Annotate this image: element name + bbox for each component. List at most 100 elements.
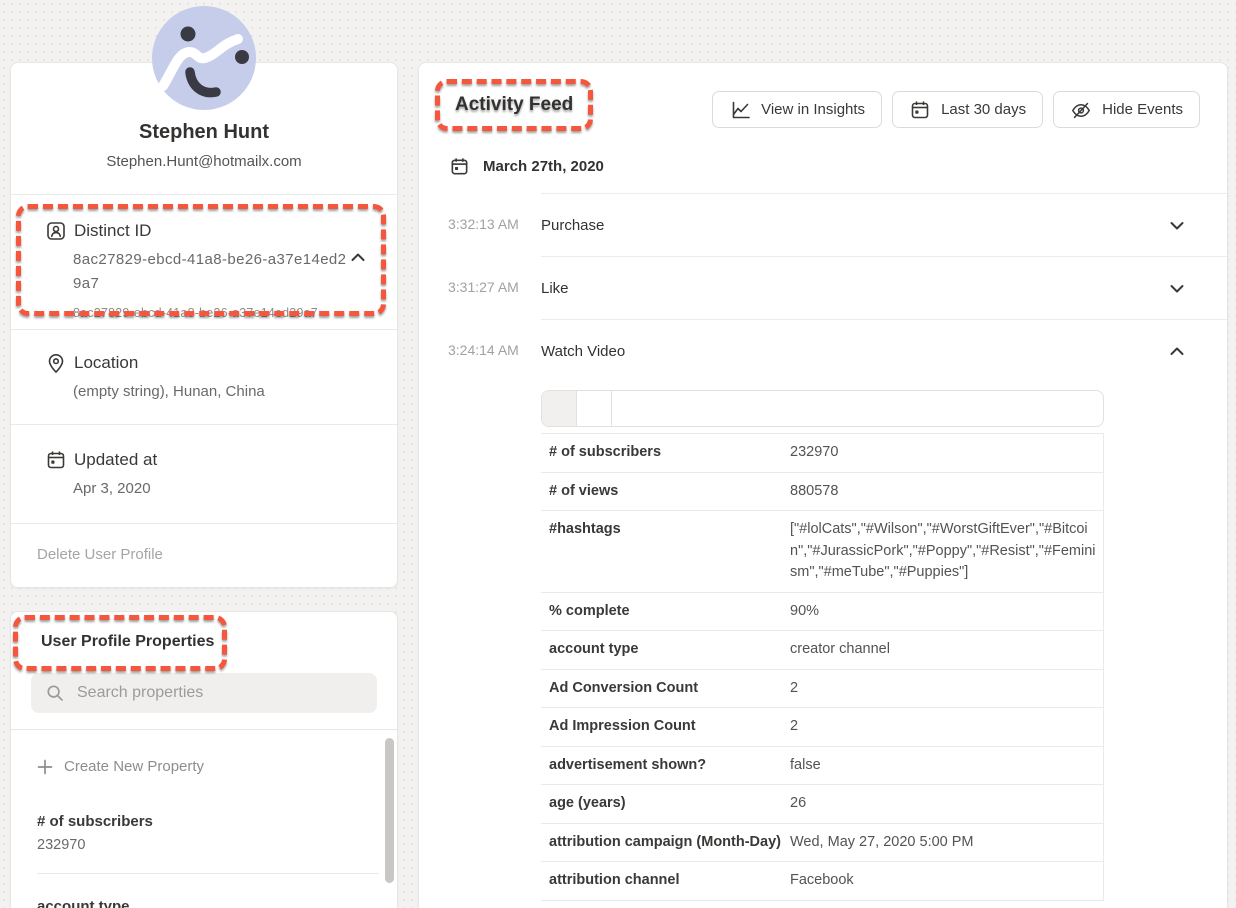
- activity-feed-card: Activity Feed View in Insights: [418, 62, 1228, 908]
- search-properties-input[interactable]: Search properties: [31, 673, 377, 713]
- events-list: 3:32:13 AM Purchase 3:31:27 AM Like 3:24…: [419, 193, 1227, 382]
- updated-at-section: Updated at Apr 3, 2020: [11, 425, 397, 524]
- property-value: Facebook: [790, 870, 1103, 892]
- property-row: Ad Conversion Count 2: [541, 670, 1103, 709]
- sidebar-property-item[interactable]: account type creator channel: [37, 874, 379, 908]
- property-value: 26: [790, 793, 1103, 815]
- chevron-down-icon[interactable]: [1170, 221, 1184, 230]
- last-30-days-button[interactable]: Last 30 days: [892, 91, 1043, 128]
- view-in-insights-label: View in Insights: [761, 101, 865, 118]
- event-properties-table: # of subscribers 232970 # of views 88057…: [541, 433, 1104, 901]
- user-profile-properties-title: User Profile Properties: [11, 612, 397, 651]
- property-label: # of views: [541, 481, 790, 503]
- chevron-up-icon[interactable]: [1170, 347, 1184, 356]
- property-label: account type: [541, 639, 790, 661]
- property-row: age (years) 26: [541, 785, 1103, 824]
- updated-at-value: Apr 3, 2020: [73, 477, 373, 501]
- sidebar-property-name: account type: [37, 898, 359, 908]
- property-label: advertisement shown?: [541, 755, 790, 777]
- property-value: 880578: [790, 481, 1103, 503]
- create-new-property-button[interactable]: Create New Property: [37, 730, 397, 789]
- distinct-id-section: Distinct ID 8ac27829-ebcd-41a8-be26-a37e…: [11, 195, 397, 330]
- event-name: Purchase: [541, 217, 604, 234]
- property-row: account type creator channel: [541, 631, 1103, 670]
- event-expand-target[interactable]: Like: [541, 256, 1227, 319]
- property-row: % complete 90%: [541, 593, 1103, 632]
- left-column: Stephen Hunt Stephen.Hunt@hotmailx.com D…: [10, 62, 398, 908]
- profile-email: Stephen.Hunt@hotmailx.com: [31, 153, 377, 170]
- property-value: 232970: [790, 442, 1103, 464]
- user-profile-properties-card: User Profile Properties Search propertie…: [10, 611, 398, 908]
- scrollbar-thumb[interactable]: [385, 738, 394, 883]
- location-section: Location (empty string), Hunan, China: [11, 330, 397, 425]
- event-properties-tabs: [541, 390, 1104, 427]
- property-value: 2: [790, 678, 1103, 700]
- date-header: March 27th, 2020: [449, 156, 1227, 177]
- event-row: 3:31:27 AM Like: [419, 256, 1227, 319]
- property-row: advertisement shown? false: [541, 747, 1103, 786]
- property-value: Wed, May 27, 2020 5:00 PM: [790, 832, 1103, 854]
- sidebar-property-name: # of subscribers: [37, 813, 359, 830]
- avatar: [152, 6, 256, 110]
- property-value: creator channel: [790, 639, 1103, 661]
- property-items: # of subscribers 232970 account type cre…: [37, 789, 397, 908]
- property-row: #hashtags ["#lolCats","#Wilson","#WorstG…: [541, 511, 1103, 593]
- property-row: attribution campaign (Month-Day) Wed, Ma…: [541, 824, 1103, 863]
- activity-feed-annotation: Activity Feed: [435, 79, 593, 131]
- event-time: 3:31:27 AM: [448, 256, 541, 319]
- property-label: % complete: [541, 601, 790, 623]
- user-profile-card: Stephen Hunt Stephen.Hunt@hotmailx.com D…: [10, 62, 398, 588]
- hide-events-label: Hide Events: [1102, 101, 1183, 118]
- eye-off-icon: [1070, 99, 1092, 121]
- event-expand-target[interactable]: Watch Video: [541, 319, 1227, 382]
- property-value: ["#lolCats","#Wilson","#WorstGiftEver","…: [790, 519, 1103, 584]
- property-label: attribution channel: [541, 870, 790, 892]
- hide-events-button[interactable]: Hide Events: [1053, 91, 1200, 128]
- distinct-id-value: 8ac27829-ebcd-41a8-be26-a37e14ed29a7: [73, 248, 355, 296]
- event-name: Like: [541, 280, 569, 297]
- distinct-id-subvalue: 8ac27829-ebcd-41a8-be26-a37e14ed29a7: [73, 306, 373, 320]
- distinct-id-label: Distinct ID: [74, 221, 151, 241]
- plus-icon: [37, 759, 53, 775]
- location-label: Location: [74, 353, 138, 373]
- location-value: (empty string), Hunan, China: [73, 380, 373, 404]
- create-new-property-label: Create New Property: [64, 758, 204, 775]
- event-row: 3:32:13 AM Purchase: [419, 193, 1227, 256]
- property-value: 90%: [790, 601, 1103, 623]
- location-pin-icon: [45, 352, 67, 374]
- event-properties-tab[interactable]: [542, 391, 577, 426]
- chevron-down-icon[interactable]: [1170, 284, 1184, 293]
- property-label: age (years): [541, 793, 790, 815]
- property-label: attribution campaign (Month-Day): [541, 832, 790, 854]
- property-value: false: [790, 755, 1103, 777]
- event-properties-tab[interactable]: [612, 391, 646, 426]
- property-label: Ad Conversion Count: [541, 678, 790, 700]
- sidebar-property-value: 232970: [37, 837, 359, 853]
- property-label: # of subscribers: [541, 442, 790, 464]
- event-properties-tab[interactable]: [577, 391, 612, 426]
- event-detail: # of subscribers 232970 # of views 88057…: [541, 390, 1104, 901]
- profile-name: Stephen Hunt: [31, 121, 377, 144]
- property-row: # of views 880578: [541, 473, 1103, 512]
- delete-user-profile-link[interactable]: Delete User Profile: [11, 524, 397, 587]
- feed-header: Activity Feed View in Insights: [419, 63, 1227, 131]
- calendar-icon: [449, 156, 470, 177]
- activity-feed-title: Activity Feed: [455, 94, 573, 115]
- event-row: 3:24:14 AM Watch Video: [419, 319, 1227, 382]
- date-header-label: March 27th, 2020: [483, 158, 604, 175]
- calendar-icon: [45, 449, 67, 471]
- updated-at-label: Updated at: [74, 450, 157, 470]
- properties-list: Create New Property # of subscribers 232…: [11, 729, 397, 908]
- event-time: 3:32:13 AM: [448, 193, 541, 256]
- view-in-insights-button[interactable]: View in Insights: [712, 91, 882, 128]
- event-expand-target[interactable]: Purchase: [541, 193, 1227, 256]
- delete-profile-section: Delete User Profile: [11, 524, 397, 587]
- user-badge-icon: [45, 220, 67, 242]
- sidebar-property-item[interactable]: # of subscribers 232970: [37, 789, 379, 874]
- collapse-chevron-up-icon[interactable]: [351, 253, 365, 262]
- feed-buttons: View in Insights Last 30 days: [712, 91, 1200, 128]
- calendar-icon: [909, 99, 931, 121]
- event-time: 3:24:14 AM: [448, 319, 541, 382]
- line-chart-icon: [729, 99, 751, 121]
- property-label: Ad Impression Count: [541, 716, 790, 738]
